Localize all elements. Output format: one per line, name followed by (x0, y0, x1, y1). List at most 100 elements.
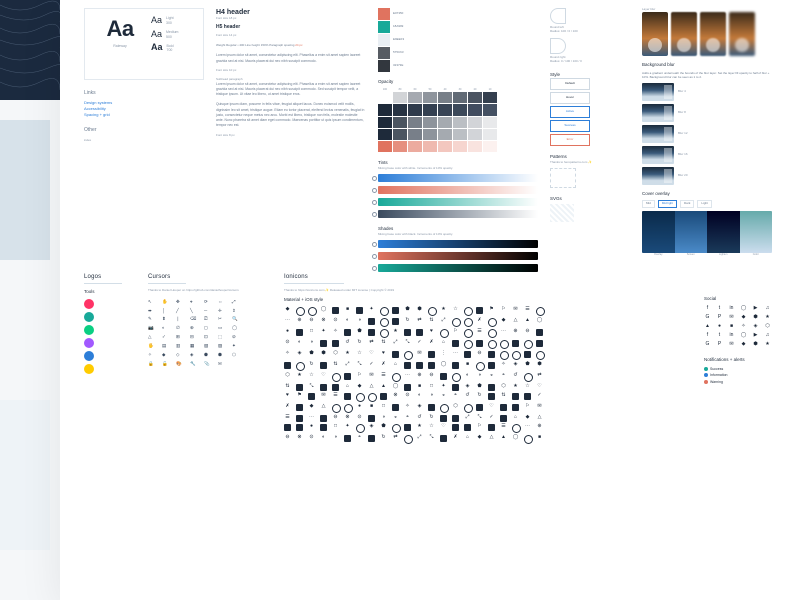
ionicon (428, 362, 435, 369)
tool-logo-0 (84, 299, 94, 309)
cursor-icon: ✥ (176, 299, 185, 305)
ionicon: △ (512, 318, 519, 325)
social-icon: ▶ (752, 306, 759, 313)
ionicon: □ (380, 404, 387, 411)
ionicon: ◐ (464, 373, 471, 380)
ionicon: ⋯ (308, 415, 315, 422)
font-weight-medium: AaMedium500 (151, 29, 199, 41)
logos-section: Logos Tools (84, 274, 132, 444)
ionicon: ✗ (476, 318, 483, 325)
ionicon (536, 340, 543, 347)
social-icon: G (704, 315, 711, 322)
ionicon (428, 404, 435, 411)
ionicon: ★ (344, 351, 351, 358)
ionicon: ⊖ (476, 351, 483, 358)
ionicon: ☆ (308, 373, 315, 380)
cursor-icon: ╱ (176, 308, 185, 314)
link-design-systems[interactable]: Design systems (84, 100, 204, 105)
swatch-18A999: 18A999 (378, 21, 538, 33)
ionicon: ◯ (440, 362, 447, 369)
ionicon: ⚑ (296, 393, 303, 400)
link-accessibility[interactable]: Accessibility (84, 106, 204, 111)
ionicon (464, 318, 473, 327)
side-accent-bar-2 (0, 400, 50, 550)
ionicon: ✧ (332, 329, 339, 336)
cover-label-overlay: Overlay (642, 253, 675, 256)
layerblur-card-3 (729, 12, 755, 56)
links-heading: Links (84, 90, 204, 97)
paragraph-1: Lorem ipsum dolor sit amet, consectetur … (216, 53, 366, 64)
social-icon: ◯ (740, 333, 747, 340)
h5-meta: Font size 14 px (216, 34, 366, 38)
side-accent-bar-1 (0, 120, 50, 260)
design-system-canvas: Aa Raleway AaLight300AaMedium500AaBold70… (60, 0, 800, 600)
ionicon (512, 351, 521, 360)
cover-tab-mid-light[interactable]: Mid light (658, 200, 677, 208)
ionicon (524, 340, 533, 349)
ionicon: ✉ (416, 351, 423, 358)
ionicon: ⤡ (308, 384, 315, 391)
shades-bar (378, 252, 538, 260)
ionicon: ▲ (500, 435, 507, 442)
ionicon (320, 424, 327, 431)
ionicon: ☰ (500, 424, 507, 431)
tints-bar (378, 186, 538, 194)
ionicon: ♡ (368, 351, 375, 358)
social-icon: ◯ (740, 306, 747, 313)
cover-tab-light[interactable]: Light (697, 200, 712, 208)
social-icon: in (728, 306, 735, 313)
layerblur-card-0 (642, 12, 668, 56)
cursor-icon: 🔒 (148, 361, 157, 367)
cursors-section: Cursors Thanks to Daniel Hooper on https… (148, 274, 268, 444)
ionicons-note: Thanks to https://ionicons.com ✨ Release… (284, 289, 688, 293)
right-lists: Social ftin◯▶♫GP✉◆⬢★▲●■✧◈⬡ftin◯▶♫GP✉◆⬢★ … (704, 274, 784, 444)
ionicon: ✉ (512, 307, 519, 314)
ionicon: ⬟ (356, 329, 363, 336)
ionicon (344, 435, 351, 442)
ionicon: ⌂ (464, 435, 471, 442)
cursor-icon: 🔍 (232, 316, 241, 322)
ionicon (488, 384, 495, 391)
social-icon: ◆ (740, 342, 747, 349)
ionicon: ⇅ (284, 384, 291, 391)
ionicon (356, 424, 365, 433)
ionicon (344, 329, 351, 336)
cover-tab-dark[interactable]: Dark (680, 200, 694, 208)
link-spacing-grid[interactable]: Spacing + grid (84, 112, 204, 117)
ionicon: ⬡ (500, 384, 507, 391)
ionicon (488, 393, 495, 400)
ionicon: ⤡ (476, 415, 483, 422)
swatch-575C63: 575C63 (378, 47, 538, 59)
ionicon: ☰ (476, 329, 483, 336)
ionicon: ■ (368, 404, 375, 411)
ionicon: ★ (392, 329, 399, 336)
cursor-icon: │ (162, 308, 171, 314)
ionicon (296, 362, 305, 371)
ionicon: ⤢ (392, 340, 399, 347)
ionicon: ♥ (284, 393, 291, 400)
ionicon: △ (320, 404, 327, 411)
ionicon (500, 351, 509, 360)
ionicon (380, 393, 387, 400)
social-icon: ▲ (704, 324, 711, 331)
social-icon: ♫ (764, 333, 771, 340)
style-hover: Hover (550, 92, 590, 104)
paragraph-1-meta: Font size 10 px (216, 69, 366, 73)
ionicon (332, 340, 339, 347)
shades-bar (378, 264, 538, 272)
ionicon: ◑ (356, 318, 363, 325)
cursor-icon: ↖ (148, 299, 157, 305)
ionicon: ↺ (464, 393, 471, 400)
ionicon (452, 318, 461, 327)
cover-tab-mid[interactable]: Mid (642, 200, 655, 208)
ionicon: ⊗ (320, 318, 327, 325)
style-error: Error (550, 134, 590, 146)
ionicon: ⊙ (284, 340, 291, 347)
social-icon: ⬢ (752, 315, 759, 322)
ionicon (308, 307, 317, 316)
opacity-col-30 (453, 92, 467, 152)
shades-bar (378, 240, 538, 248)
cursor-icon: ⊘ (232, 334, 241, 340)
layerblur-card-2 (700, 12, 726, 56)
social-icon: f (704, 333, 711, 340)
